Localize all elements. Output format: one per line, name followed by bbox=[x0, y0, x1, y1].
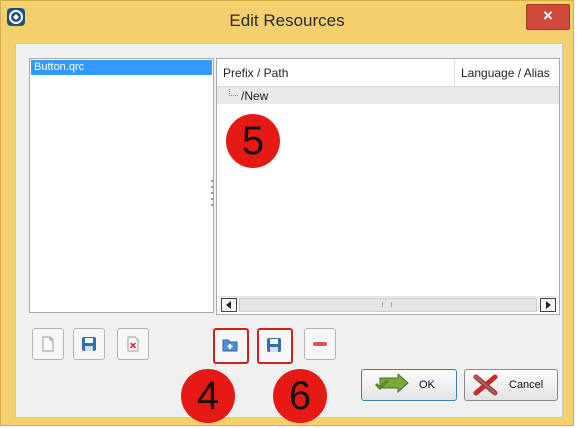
arrow-right-icon bbox=[546, 301, 551, 309]
tree-row-label: /New bbox=[241, 89, 269, 103]
new-file-icon bbox=[42, 336, 54, 352]
add-files-button[interactable] bbox=[257, 328, 293, 364]
splitter-handle[interactable] bbox=[210, 176, 214, 216]
add-files-icon bbox=[267, 338, 281, 352]
save-resource-file-button[interactable] bbox=[73, 328, 105, 360]
scroll-left-button[interactable] bbox=[221, 298, 237, 312]
dialog-body: Button.qrc Prefix / Path Language / Alia… bbox=[15, 43, 563, 418]
step-callout-4: 4 bbox=[181, 369, 235, 423]
edit-resources-window: Edit Resources × Button.qrc Prefix / Pat… bbox=[0, 0, 574, 426]
resource-file-list[interactable]: Button.qrc bbox=[29, 58, 214, 313]
tree-header: Prefix / Path Language / Alias bbox=[217, 59, 559, 87]
column-header-language-alias[interactable]: Language / Alias bbox=[461, 66, 557, 80]
remove-icon bbox=[313, 342, 327, 346]
save-icon bbox=[82, 337, 96, 351]
ok-label: OK bbox=[419, 379, 435, 391]
remove-button[interactable] bbox=[304, 328, 336, 360]
add-prefix-button[interactable] bbox=[213, 328, 249, 364]
red-x-icon bbox=[473, 374, 498, 396]
close-icon: × bbox=[543, 6, 553, 25]
scrollbar-thumb[interactable] bbox=[239, 298, 537, 312]
close-button[interactable]: × bbox=[526, 4, 570, 30]
cancel-label: Cancel bbox=[509, 379, 544, 391]
list-item[interactable]: Button.qrc bbox=[31, 60, 212, 75]
tree-row[interactable]: /New bbox=[217, 87, 559, 104]
arrow-left-icon bbox=[226, 301, 231, 309]
ok-button[interactable]: OK bbox=[361, 369, 457, 401]
add-prefix-icon bbox=[222, 339, 238, 352]
horizontal-scrollbar[interactable] bbox=[219, 296, 557, 312]
window-title: Edit Resources bbox=[229, 11, 345, 30]
tree-branch-line bbox=[229, 89, 238, 96]
green-check-arrow-icon bbox=[374, 374, 409, 394]
resource-tree[interactable]: Prefix / Path Language / Alias /New bbox=[216, 58, 560, 315]
column-header-prefix-path[interactable]: Prefix / Path bbox=[223, 66, 288, 80]
step-callout-6: 6 bbox=[273, 369, 327, 423]
scroll-right-button[interactable] bbox=[540, 298, 556, 312]
new-resource-file-button[interactable] bbox=[32, 328, 64, 360]
column-divider[interactable] bbox=[454, 59, 455, 86]
grip-icon bbox=[382, 302, 392, 307]
remove-resource-file-button[interactable] bbox=[117, 328, 149, 360]
title-bar: Edit Resources × bbox=[1, 1, 573, 39]
step-callout-5: 5 bbox=[226, 114, 280, 168]
remove-file-icon bbox=[127, 336, 139, 352]
cancel-button[interactable]: Cancel bbox=[464, 369, 558, 401]
